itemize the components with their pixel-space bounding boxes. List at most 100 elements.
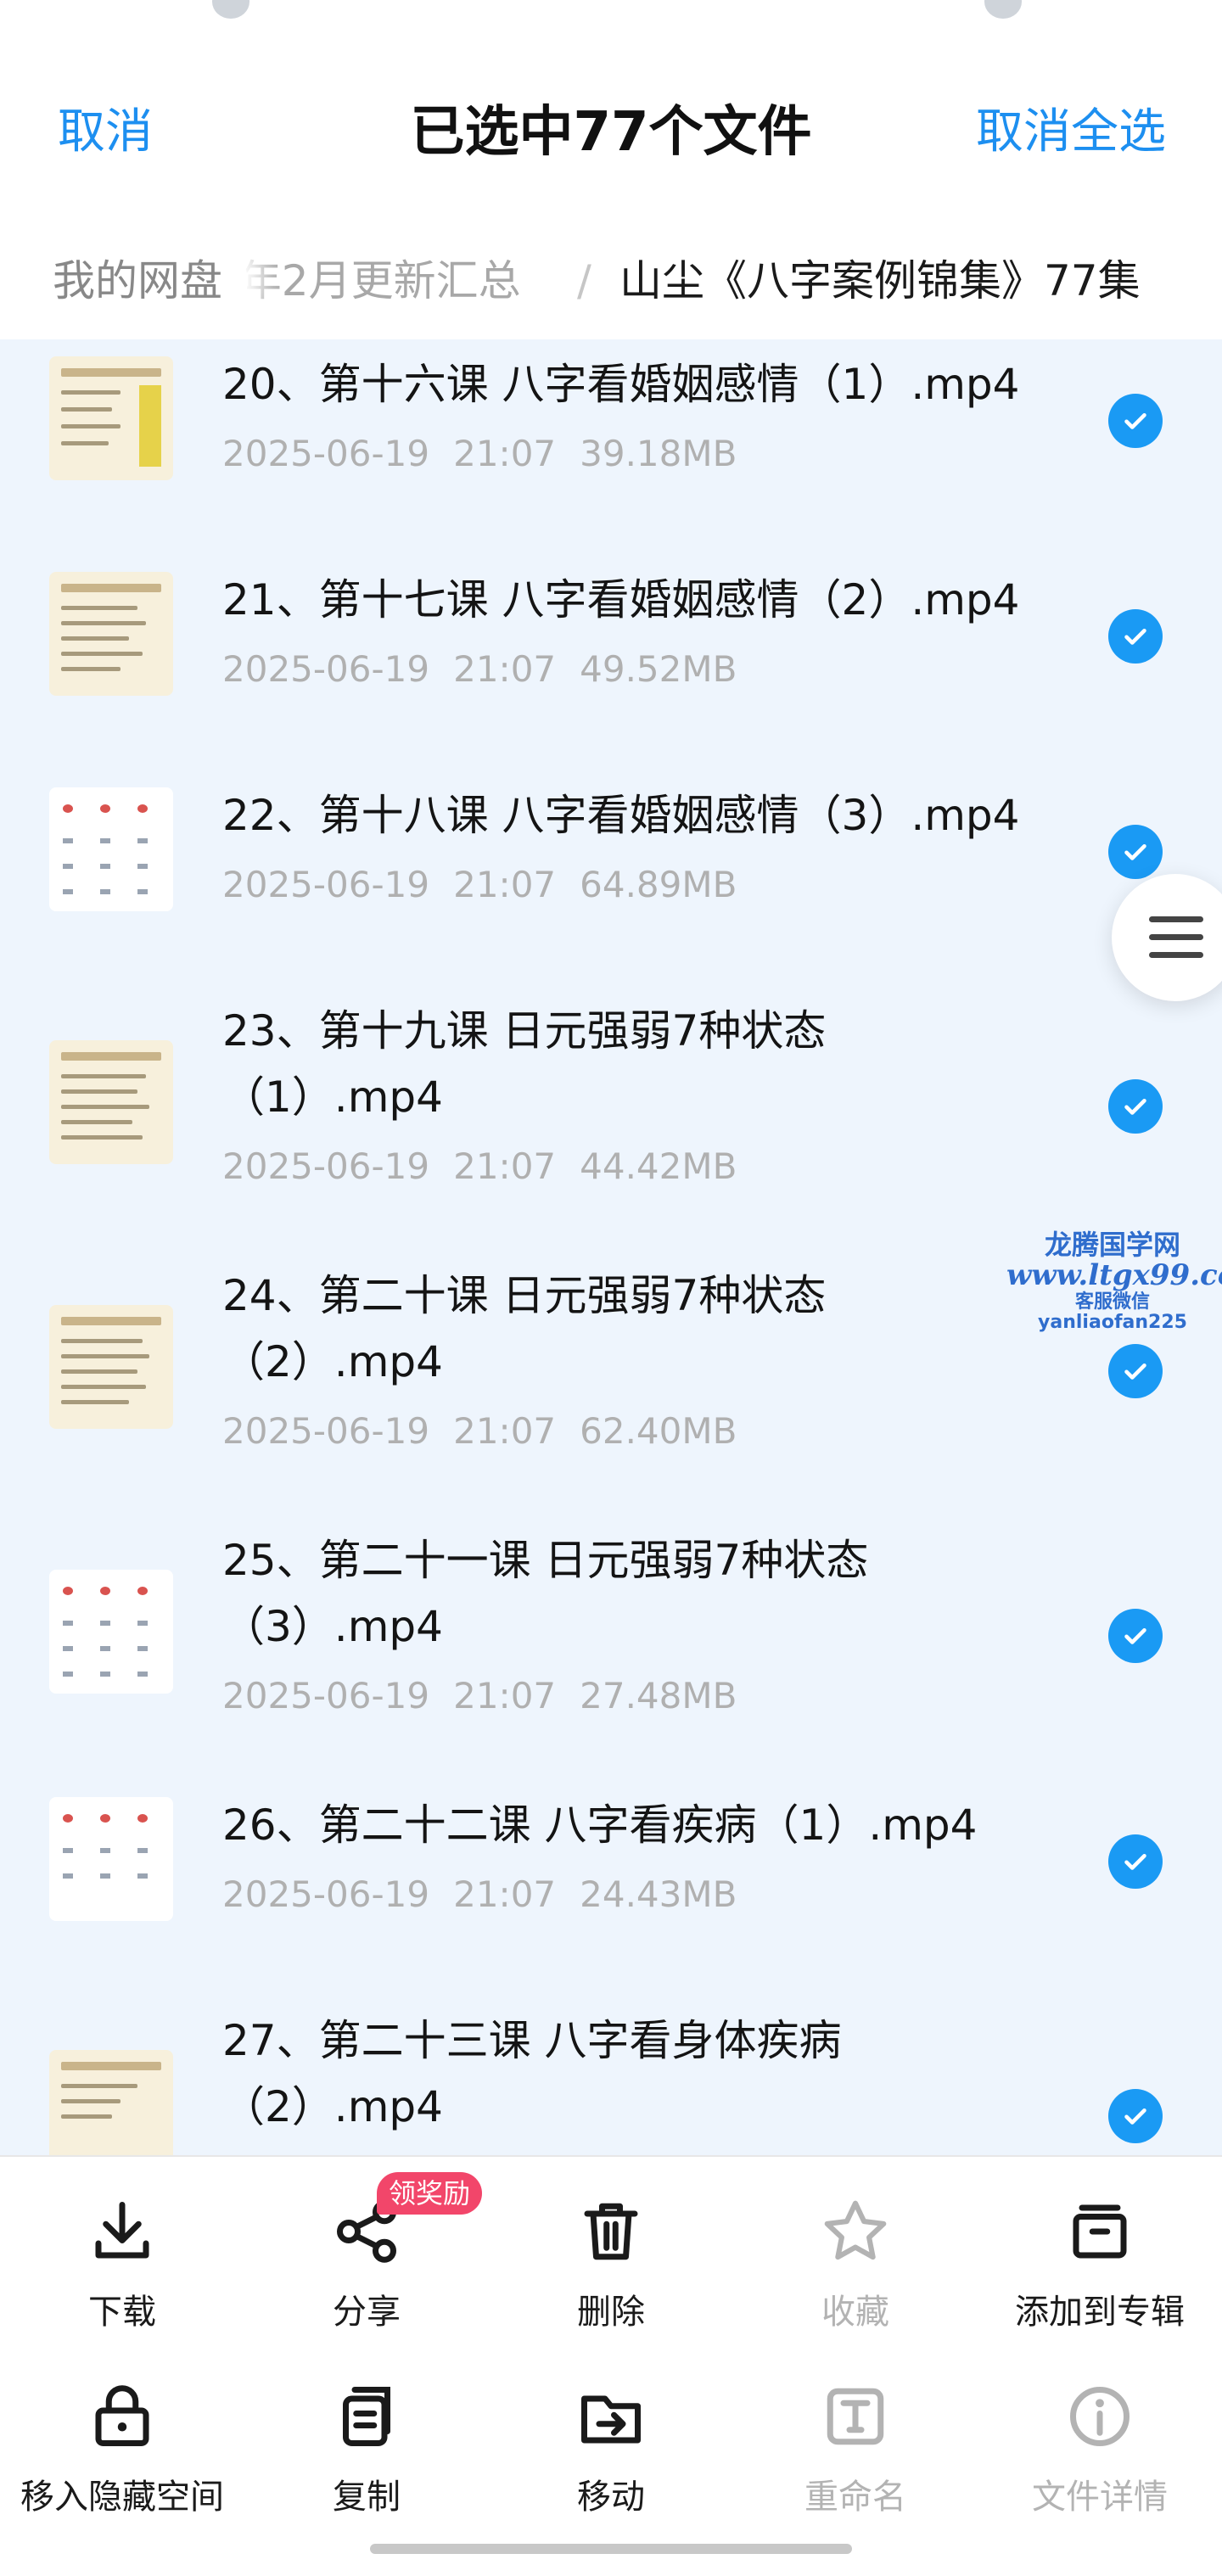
action-label: 移入隐藏空间 <box>20 2478 224 2517</box>
checkmark-icon <box>1124 844 1146 860</box>
checkbox-checked[interactable] <box>1108 1079 1163 1134</box>
file-meta: 2025-06-19 21:07 24.43MB <box>222 1873 760 1915</box>
breadcrumb-item-root[interactable]: 我的网盘 <box>27 246 248 316</box>
watermark: 龙腾国学网 www.ltgx99.com 客服微信 yanliaofan225 <box>1006 1229 1222 1333</box>
video-thumbnail <box>49 787 173 911</box>
file-name: 24、第二十课 日元强弱7种状态 （2）.mp4 <box>222 1263 1071 1395</box>
file-date: 2025-06-19 <box>222 433 430 474</box>
move-button[interactable]: 移动 <box>489 2374 733 2518</box>
video-thumbnail <box>49 2050 173 2155</box>
cancel-select-all-button[interactable]: 取消全选 <box>976 93 1166 162</box>
album-icon <box>1073 2204 1127 2259</box>
breadcrumb-separator: / <box>577 256 591 305</box>
action-label: 重命名 <box>804 2478 906 2517</box>
video-thumbnail <box>49 1797 173 1921</box>
file-meta: 2025-06-19 21:07 44.42MB <box>222 1145 760 1187</box>
checkmark-icon <box>1124 629 1146 645</box>
watermark-url: www.ltgx99.com <box>1006 1258 1222 1293</box>
checkmark-icon <box>1124 1099 1146 1115</box>
file-name: 21、第十七课 八字看婚姻感情（2）.mp4 <box>222 575 1020 624</box>
checkmark-icon <box>1124 1628 1146 1644</box>
file-name-line: 24、第二十课 日元强弱7种状态 <box>222 1271 827 1320</box>
file-meta: 2025-06-19 21:07 49.52MB <box>222 648 760 690</box>
move-to-hidden-space-button[interactable]: 移入隐藏空间 <box>0 2374 244 2518</box>
file-time: 21:07 <box>453 1873 557 1915</box>
checkbox-checked[interactable] <box>1108 2089 1163 2143</box>
file-size: 24.43MB <box>580 1873 737 1915</box>
file-meta: 2025-06-19 21:07 62.40MB <box>222 1410 760 1452</box>
file-name: 22、第十八课 八字看婚姻感情（3）.mp4 <box>222 791 1020 840</box>
info-icon <box>1070 2387 1130 2446</box>
copy-button[interactable]: 复制 <box>244 2374 489 2518</box>
lock-icon <box>95 2385 149 2446</box>
status-bar <box>0 0 1222 25</box>
file-name-line: 25、第二十一课 日元强弱7种状态 <box>222 1536 869 1585</box>
copy-icon <box>343 2387 390 2446</box>
move-icon <box>581 2395 641 2444</box>
share-button[interactable]: 领奖励 分享 <box>244 2172 489 2333</box>
file-time: 21:07 <box>453 648 557 690</box>
checkmark-icon <box>1124 413 1146 429</box>
action-label: 文件详情 <box>1032 2478 1168 2517</box>
file-name: 23、第十九课 日元强弱7种状态 （1）.mp4 <box>222 998 1071 1130</box>
video-thumbnail <box>49 572 173 696</box>
file-name-line: （1）.mp4 <box>222 1072 443 1122</box>
action-label: 复制 <box>333 2478 401 2517</box>
file-date: 2025-06-19 <box>222 648 430 690</box>
file-meta: 2025-06-19 21:07 64.89MB <box>222 864 760 905</box>
status-icon <box>984 0 1022 19</box>
file-date: 2025-06-19 <box>222 1145 430 1187</box>
action-label: 收藏 <box>821 2293 889 2332</box>
checkmark-icon <box>1124 2108 1146 2125</box>
file-meta: 2025-06-19 21:07 39.18MB <box>222 433 760 474</box>
file-name: 27、第二十三课 八字看身体疾病 （2）.mp4 <box>222 2008 1071 2140</box>
checkbox-checked[interactable] <box>1108 825 1163 879</box>
checkbox-checked[interactable] <box>1108 1344 1163 1398</box>
reward-badge: 领奖励 <box>377 2172 483 2215</box>
file-time: 21:07 <box>453 433 557 474</box>
star-icon <box>824 2200 887 2260</box>
video-thumbnail <box>49 1570 173 1694</box>
file-name: 25、第二十一课 日元强弱7种状态 （3）.mp4 <box>222 1527 1071 1660</box>
download-icon <box>95 2202 149 2259</box>
file-size: 62.40MB <box>580 1410 737 1452</box>
file-date: 2025-06-19 <box>222 1675 430 1716</box>
download-button[interactable]: 下载 <box>0 2189 244 2333</box>
file-name-line: （2）.mp4 <box>222 1337 443 1386</box>
selection-header: 取消 已选中77个文件 取消全选 <box>0 25 1222 221</box>
checkmark-icon <box>1124 1854 1146 1870</box>
file-date: 2025-06-19 <box>222 1410 430 1452</box>
bottom-action-bar: 下载 领奖励 分享 删除 收藏 添加到专辑 移入隐藏空间 复制 移动 重命名 文… <box>0 2155 1222 2576</box>
checkmark-icon <box>1124 1364 1146 1380</box>
file-size: 64.89MB <box>580 864 737 905</box>
file-name-line: （3）.mp4 <box>222 1602 443 1651</box>
checkbox-checked[interactable] <box>1108 1609 1163 1663</box>
file-name-line: 23、第十九课 日元强弱7种状态 <box>222 1006 827 1056</box>
breadcrumb-item-folder[interactable]: 5年2月更新汇总 <box>212 246 521 316</box>
favorite-button[interactable]: 收藏 <box>733 2189 978 2333</box>
breadcrumb: 5年2月更新汇总 我的网盘 / 山尘《八字案例锦集》77集 <box>0 221 1222 339</box>
file-time: 21:07 <box>453 1410 557 1452</box>
status-icon <box>212 0 249 19</box>
file-size: 27.48MB <box>580 1675 737 1716</box>
file-time: 21:07 <box>453 864 557 905</box>
file-name: 20、第十六课 八字看婚姻感情（1）.mp4 <box>222 360 1020 409</box>
action-label: 下载 <box>88 2293 156 2332</box>
home-indicator[interactable] <box>370 2544 852 2554</box>
rename-button[interactable]: 重命名 <box>733 2374 978 2518</box>
add-to-album-button[interactable]: 添加到专辑 <box>978 2189 1222 2333</box>
watermark-contact: 客服微信 yanliaofan225 <box>1038 1291 1187 1333</box>
delete-button[interactable]: 删除 <box>489 2189 733 2333</box>
file-time: 21:07 <box>453 1675 557 1716</box>
checkbox-checked[interactable] <box>1108 394 1163 448</box>
video-thumbnail <box>49 356 173 480</box>
file-details-button[interactable]: 文件详情 <box>978 2374 1222 2518</box>
rename-icon <box>827 2388 884 2445</box>
action-label: 删除 <box>577 2293 645 2332</box>
checkbox-checked[interactable] <box>1108 1834 1163 1889</box>
file-date: 2025-06-19 <box>222 1873 430 1915</box>
file-size: 39.18MB <box>580 433 737 474</box>
checkbox-checked[interactable] <box>1108 609 1163 664</box>
file-name: 26、第二十二课 八字看疾病（1）.mp4 <box>222 1800 978 1850</box>
action-label: 添加到专辑 <box>1015 2293 1185 2332</box>
